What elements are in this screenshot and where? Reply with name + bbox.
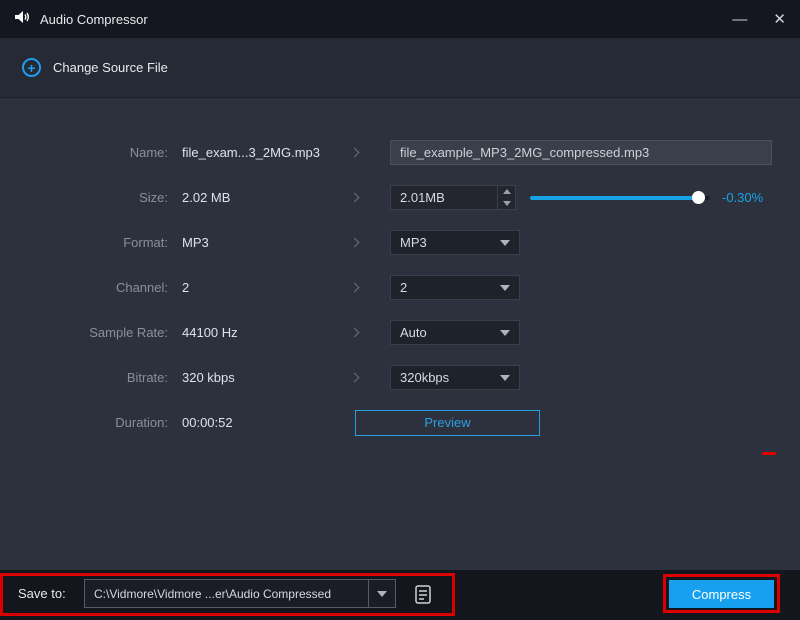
dropdown-caret-icon — [377, 591, 387, 597]
name-value: file_exam...3_2MG.mp3 — [182, 145, 346, 160]
channel-row: Channel: 2 2 — [0, 265, 800, 310]
name-label: Name: — [0, 145, 168, 160]
chevron-right-icon — [346, 194, 362, 201]
dropdown-caret-icon — [500, 330, 510, 336]
duration-row: Duration: 00:00:52 Preview — [0, 400, 800, 445]
dropdown-caret-icon — [500, 240, 510, 246]
size-slider-handle[interactable] — [692, 191, 705, 204]
settings-form: Name: file_exam...3_2MG.mp3 file_example… — [0, 98, 800, 445]
save-path-dropdown-button[interactable] — [368, 580, 395, 607]
size-row: Size: 2.02 MB 2.01MB -0.30% — [0, 175, 800, 220]
browse-folder-icon — [413, 583, 433, 605]
size-spinner[interactable]: 2.01MB — [390, 185, 516, 210]
sample-rate-value: 44100 Hz — [182, 325, 346, 340]
format-row: Format: MP3 MP3 — [0, 220, 800, 265]
bitrate-label: Bitrate: — [0, 370, 168, 385]
sample-rate-row: Sample Rate: 44100 Hz Auto — [0, 310, 800, 355]
size-label: Size: — [0, 190, 168, 205]
window-title: Audio Compressor — [40, 12, 148, 27]
bitrate-dropdown-value: 320kbps — [400, 370, 449, 385]
add-plus-icon[interactable]: + — [22, 58, 41, 77]
annotation-mark — [762, 452, 776, 455]
chevron-right-icon — [346, 329, 362, 336]
sample-rate-label: Sample Rate: — [0, 325, 168, 340]
size-spinner-value[interactable]: 2.01MB — [391, 186, 497, 209]
output-name-input[interactable]: file_example_MP3_2MG_compressed.mp3 — [390, 140, 772, 165]
change-source-file-button[interactable]: Change Source File — [53, 60, 168, 75]
size-slider-fill — [530, 196, 699, 200]
duration-label: Duration: — [0, 415, 168, 430]
size-reduction-percent: -0.30% — [722, 190, 763, 205]
size-step-up-icon[interactable] — [498, 186, 515, 198]
chevron-right-icon — [346, 239, 362, 246]
size-value: 2.02 MB — [182, 190, 346, 205]
bitrate-dropdown[interactable]: 320kbps — [390, 365, 520, 390]
save-path-value[interactable]: C:\Vidmore\Vidmore ...er\Audio Compresse… — [85, 580, 368, 607]
channel-dropdown-value: 2 — [400, 280, 407, 295]
save-path-combobox[interactable]: C:\Vidmore\Vidmore ...er\Audio Compresse… — [84, 579, 396, 608]
footer-bar: Save to: C:\Vidmore\Vidmore ...er\Audio … — [0, 570, 800, 620]
chevron-right-icon — [346, 374, 362, 381]
size-step-down-icon[interactable] — [498, 198, 515, 210]
channel-label: Channel: — [0, 280, 168, 295]
format-dropdown-value: MP3 — [400, 235, 427, 250]
browse-folder-button[interactable] — [408, 580, 438, 607]
close-button[interactable]: ✕ — [773, 12, 786, 27]
sample-rate-dropdown-value: Auto — [400, 325, 427, 340]
bitrate-row: Bitrate: 320 kbps 320kbps — [0, 355, 800, 400]
chevron-right-icon — [346, 284, 362, 291]
speaker-icon — [14, 10, 30, 29]
format-value: MP3 — [182, 235, 346, 250]
compress-button[interactable]: Compress — [669, 580, 774, 608]
chevron-right-icon — [346, 149, 362, 156]
channel-value: 2 — [182, 280, 346, 295]
size-slider[interactable] — [530, 186, 710, 210]
minimize-button[interactable]: — — [732, 12, 747, 27]
audio-compressor-window: Audio Compressor — ✕ + Change Source Fil… — [0, 0, 800, 620]
sample-rate-dropdown[interactable]: Auto — [390, 320, 520, 345]
format-dropdown[interactable]: MP3 — [390, 230, 520, 255]
save-to-label: Save to: — [18, 586, 66, 601]
duration-value: 00:00:52 — [182, 415, 346, 430]
header: + Change Source File — [0, 38, 800, 98]
preview-button[interactable]: Preview — [355, 410, 540, 436]
titlebar: Audio Compressor — ✕ — [0, 0, 800, 38]
name-row: Name: file_exam...3_2MG.mp3 file_example… — [0, 130, 800, 175]
dropdown-caret-icon — [500, 285, 510, 291]
bitrate-value: 320 kbps — [182, 370, 346, 385]
dropdown-caret-icon — [500, 375, 510, 381]
format-label: Format: — [0, 235, 168, 250]
channel-dropdown[interactable]: 2 — [390, 275, 520, 300]
